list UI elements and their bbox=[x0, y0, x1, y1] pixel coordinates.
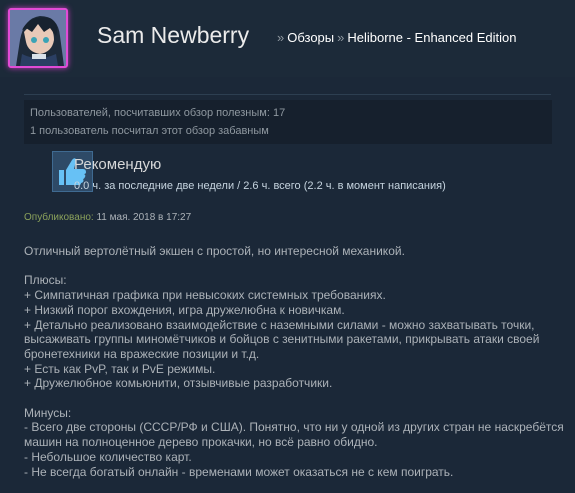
helpful-count: Пользователей, посчитавших обзор полезны… bbox=[30, 107, 286, 119]
divider bbox=[24, 94, 551, 95]
pros-item: + Дружелюбное комьюнити, отзывчивые разр… bbox=[24, 376, 333, 391]
pros-item: + Низкий порог вхождения, игра дружелюбн… bbox=[24, 302, 345, 317]
posted-date-value: 11 мая. 2018 в 17:27 bbox=[96, 212, 192, 223]
breadcrumb: » Обзоры» Heliborne - Enhanced Edition bbox=[274, 30, 516, 45]
cons-item: - Небольшое количество карт. bbox=[24, 449, 192, 464]
pros-item: + Детально реализовано взаимодействие с … bbox=[24, 317, 540, 361]
breadcrumb-separator: » bbox=[277, 30, 285, 45]
funny-count: 1 пользователь посчитал этот обзор забав… bbox=[30, 125, 269, 137]
posted-date: Опубликовано: 11 мая. 2018 в 17:27 bbox=[24, 212, 191, 223]
playtime-info: 0.0 ч. за последние две недели / 2.6 ч. … bbox=[74, 180, 446, 192]
review-intro: Отличный вертолётный экшен с простой, но… bbox=[24, 244, 405, 258]
pros-title: Плюсы: bbox=[24, 273, 67, 288]
breadcrumb-reviews-link[interactable]: Обзоры bbox=[287, 30, 334, 45]
review-body: Отличный вертолётный экшен с простой, но… bbox=[24, 244, 564, 479]
avatar[interactable] bbox=[8, 8, 68, 68]
helpful-ratings-box: Пользователей, посчитавших обзор полезны… bbox=[24, 100, 552, 144]
pros-item: + Симпатичная графика при невысоких сист… bbox=[24, 288, 386, 303]
posted-prefix: Опубликовано: bbox=[24, 212, 94, 223]
breadcrumb-separator: » bbox=[337, 30, 345, 45]
cons-item: - Всего две стороны (СССР/РФ и США). Пон… bbox=[24, 420, 564, 450]
profile-username[interactable]: Sam Newberry bbox=[97, 22, 249, 49]
profile-header: Sam Newberry » Обзоры» Heliborne - Enhance… bbox=[0, 0, 575, 77]
cons-title: Минусы: bbox=[24, 405, 72, 420]
cons-item: - Не всегда богатый онлайн - временами м… bbox=[24, 464, 454, 479]
breadcrumb-game-link[interactable]: Heliborne - Enhanced Edition bbox=[347, 30, 516, 45]
recommendation-label: Рекомендую bbox=[74, 156, 162, 173]
pros-item: + Есть как PvP, так и PvE режимы. bbox=[24, 361, 216, 376]
